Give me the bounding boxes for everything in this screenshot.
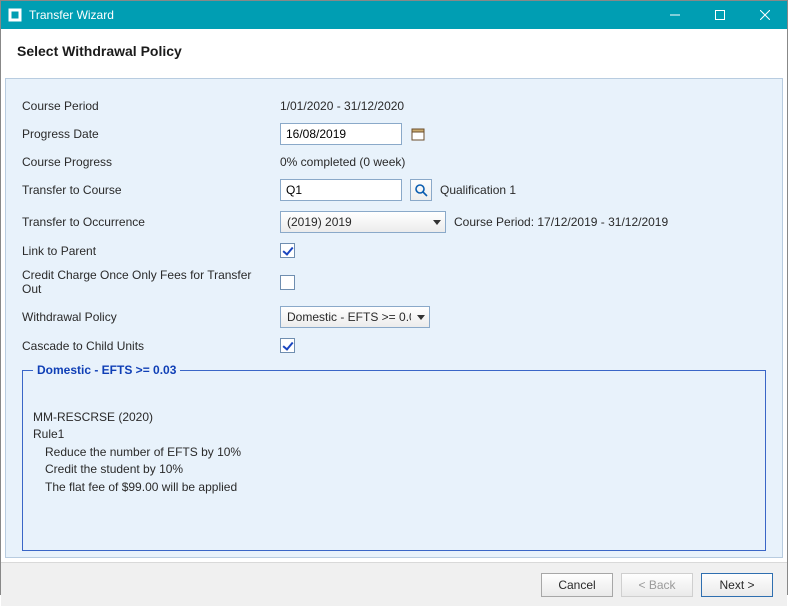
credit-charge-checkbox[interactable] (280, 275, 295, 290)
back-button: < Back (621, 573, 693, 597)
policy-line-4: Credit the student by 10% (45, 461, 755, 478)
maximize-button[interactable] (697, 1, 742, 29)
chevron-down-icon (433, 220, 441, 225)
policy-line-5: The flat fee of $99.00 will be applied (45, 479, 755, 496)
course-progress-label: Course Progress (22, 155, 280, 169)
cascade-child-label: Cascade to Child Units (22, 339, 280, 353)
minimize-button[interactable] (652, 1, 697, 29)
occurrence-selected: (2019) 2019 (287, 215, 427, 229)
form-area: Course Period 1/01/2020 - 31/12/2020 Pro… (5, 78, 783, 558)
credit-charge-label: Credit Charge Once Only Fees for Transfe… (22, 268, 280, 296)
window-title: Transfer Wizard (29, 8, 114, 22)
page-title: Select Withdrawal Policy (17, 43, 771, 59)
cascade-child-checkbox[interactable] (280, 338, 295, 353)
app-icon (7, 7, 23, 23)
next-button[interactable]: Next > (701, 573, 773, 597)
titlebar: Transfer Wizard (1, 1, 787, 29)
withdrawal-policy-selected: Domestic - EFTS >= 0.03 (287, 310, 411, 324)
policy-line-1: MM-RESCRSE (2020) (33, 409, 755, 426)
occurrence-side-text: Course Period: 17/12/2019 - 31/12/2019 (454, 215, 668, 229)
transfer-to-occurrence-select[interactable]: (2019) 2019 (280, 211, 446, 233)
progress-date-label: Progress Date (22, 127, 280, 141)
chevron-down-icon (417, 315, 425, 320)
link-to-parent-checkbox[interactable] (280, 243, 295, 258)
withdrawal-policy-select[interactable]: Domestic - EFTS >= 0.03 (280, 306, 430, 328)
policy-legend: Domestic - EFTS >= 0.03 (33, 363, 180, 377)
cancel-button[interactable]: Cancel (541, 573, 613, 597)
withdrawal-policy-label: Withdrawal Policy (22, 310, 280, 324)
course-progress-value: 0% completed (0 week) (280, 155, 405, 169)
transfer-to-course-label: Transfer to Course (22, 183, 280, 197)
transfer-course-result: Qualification 1 (440, 183, 516, 197)
course-period-value: 1/01/2020 - 31/12/2020 (280, 99, 404, 113)
policy-details-panel: Domestic - EFTS >= 0.03 MM-RESCRSE (2020… (22, 363, 766, 551)
close-button[interactable] (742, 1, 787, 29)
progress-date-input[interactable] (280, 123, 402, 145)
wizard-footer: Cancel < Back Next > (1, 562, 787, 606)
transfer-to-course-input[interactable] (280, 179, 402, 201)
course-period-label: Course Period (22, 99, 280, 113)
wizard-header: Select Withdrawal Policy (1, 29, 787, 74)
search-icon[interactable] (410, 179, 432, 201)
link-to-parent-label: Link to Parent (22, 244, 280, 258)
policy-line-2: Rule1 (33, 426, 755, 443)
calendar-icon[interactable] (410, 126, 426, 142)
policy-line-3: Reduce the number of EFTS by 10% (45, 444, 755, 461)
transfer-to-occurrence-label: Transfer to Occurrence (22, 215, 280, 229)
